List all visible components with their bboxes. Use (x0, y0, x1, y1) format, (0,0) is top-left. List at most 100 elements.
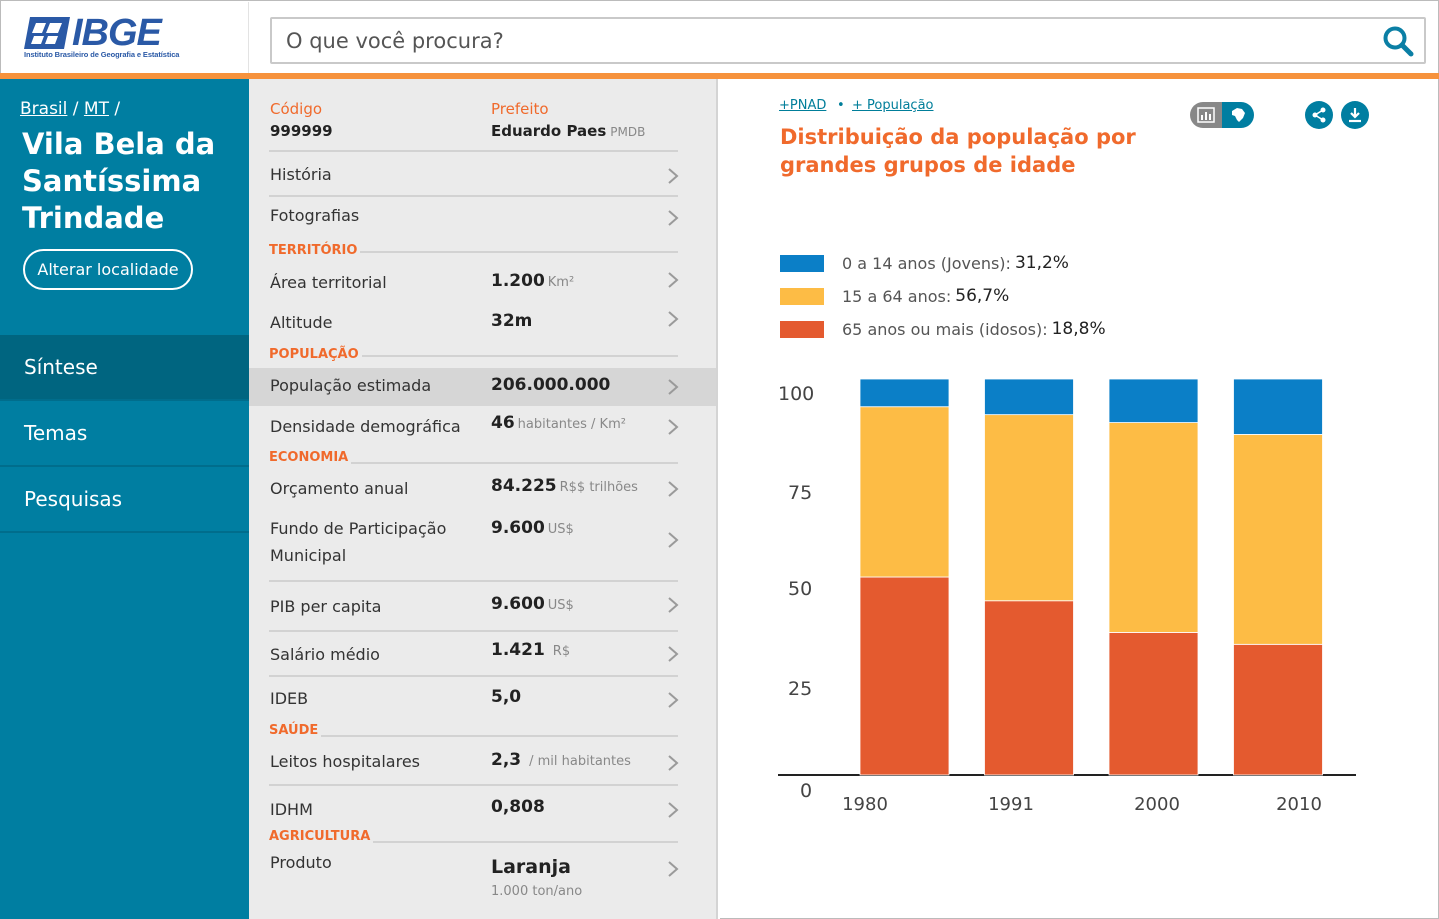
chevron-right-icon (668, 311, 679, 327)
row-value: 9.600 US$ (491, 518, 574, 538)
bar-segment[interactable] (984, 378, 1074, 416)
label-line-2: Municipal (270, 546, 347, 565)
row-value: 9.600 US$ (491, 594, 574, 614)
row-leitos-hospitalares[interactable]: Leitos hospitalares 2,3 / mil habitantes (249, 746, 716, 780)
bar-segment[interactable] (859, 576, 950, 776)
divider (269, 580, 678, 582)
sidebar-item-temas[interactable]: Temas (0, 401, 249, 467)
chevron-right-icon (668, 272, 679, 288)
row-label: IDHM (270, 800, 313, 819)
row-label: Salário médio (270, 645, 380, 664)
row-pib-per-capita[interactable]: PIB per capita 9.600 US$ (249, 591, 716, 625)
bar-segment[interactable] (984, 414, 1074, 602)
row-value: 1.421 R$ (491, 640, 570, 660)
chevron-right-icon (668, 755, 679, 771)
search-box (270, 17, 1426, 64)
ibge-logo[interactable]: IBGE Instituto Brasileiro de Geografia e… (2, 2, 249, 74)
row-label: PIB per capita (270, 597, 382, 616)
breadcrumb: Brasil / MT / (20, 99, 120, 119)
breadcrumb-separator: / (67, 99, 84, 119)
row-label: História (270, 165, 332, 184)
y-tick-label: 75 (788, 482, 812, 504)
codigo-label: Código (270, 100, 323, 118)
row-value: 46 habitantes / Km² (491, 413, 626, 433)
value: 9.600 (491, 518, 545, 538)
unit: US$ (547, 522, 574, 537)
x-tick-label: 2000 (1134, 794, 1180, 815)
value: 2,3 (491, 750, 522, 770)
bar-segment[interactable] (859, 378, 950, 408)
row-label: Produto (270, 853, 332, 872)
chevron-right-icon (668, 861, 679, 877)
row-altitude[interactable]: Altitude 32m (249, 307, 716, 341)
section-territorio: TERRITÓRIO (269, 243, 361, 258)
change-location-button[interactable]: Alterar localidade (23, 249, 193, 290)
prefeito-label: Prefeito (491, 100, 549, 118)
bar-segment[interactable] (1233, 434, 1323, 645)
row-fundo-participacao[interactable]: Fundo de Participação Municipal 9.600 US$ (249, 515, 716, 575)
search-input[interactable] (272, 19, 1362, 62)
x-tick-label: 1991 (988, 794, 1034, 815)
row-ideb[interactable]: IDEB 5,0 (249, 685, 716, 719)
row-area-territorial[interactable]: Área territorial 1.200 Km² (249, 267, 716, 301)
bar-segment[interactable] (1233, 643, 1323, 776)
row-salario-medio[interactable]: Salário médio 1.421 R$ (249, 639, 716, 673)
sidebar-item-sintese[interactable]: Síntese (0, 335, 249, 401)
city-title: Vila Bela da Santíssima Trindade (22, 127, 216, 235)
row-idhm[interactable]: IDHM 0,808 (249, 795, 716, 829)
value: 1.421 (491, 640, 545, 660)
y-tick-label: 25 (788, 678, 812, 700)
row-value: 2,3 / mil habitantes (491, 750, 631, 770)
chevron-right-icon (668, 210, 679, 226)
row-label: Densidade demográfica (270, 417, 461, 436)
row-populacao-estimada[interactable]: População estimada 206.000.000 (249, 368, 716, 406)
row-label: População estimada (270, 376, 432, 395)
row-value: 1.200 Km² (491, 271, 574, 291)
search-icon[interactable] (1382, 25, 1414, 57)
codigo-value: 999999 (270, 122, 333, 140)
row-label: Área territorial (270, 273, 387, 292)
logo-subtitle: Instituto Brasileiro de Geografia e Esta… (24, 50, 180, 59)
row-label: Altitude (270, 313, 333, 332)
value: 46 (491, 413, 515, 433)
bar-segment[interactable] (1108, 422, 1199, 633)
unit: R$$ trilhões (559, 480, 638, 495)
row-produto[interactable]: Produto Laranja 1.000 ton/ano (249, 849, 716, 905)
sidebar-item-pesquisas[interactable]: Pesquisas (0, 467, 249, 533)
y-tick-label: 50 (788, 578, 812, 600)
x-tick-label: 2010 (1276, 794, 1322, 815)
x-tick-label: 1980 (842, 794, 888, 815)
value: 84.225 (491, 476, 557, 496)
breadcrumb-state[interactable]: MT (84, 99, 109, 119)
section-populacao: POPULAÇÃO (269, 347, 362, 362)
bar-segment[interactable] (1108, 378, 1199, 423)
stacked-bar-chart: 0 25 50 75 100 1980 1991 2000 2010 (778, 378, 1356, 815)
breadcrumb-brasil[interactable]: Brasil (20, 99, 67, 119)
prefeito-value: Eduardo Paes PMDB (491, 122, 645, 140)
chevron-right-icon (668, 646, 679, 662)
unit: US$ (547, 598, 574, 613)
bar-segment[interactable] (1108, 632, 1199, 776)
bar-segment[interactable] (1233, 378, 1323, 435)
chevron-right-icon (668, 597, 679, 613)
chevron-right-icon (668, 379, 679, 395)
value: 9.600 (491, 594, 545, 614)
bar-segment[interactable] (984, 600, 1074, 776)
header: IBGE Instituto Brasileiro de Geografia e… (0, 0, 1439, 74)
row-orcamento-anual[interactable]: Orçamento anual 84.225 R$$ trilhões (249, 473, 716, 507)
bar-segment[interactable] (859, 406, 950, 578)
unit: R$ (552, 644, 571, 659)
breadcrumb-separator: / (108, 99, 121, 119)
row-densidade-demografica[interactable]: Densidade demográfica 46 habitantes / Km² (249, 411, 716, 445)
row-value: 5,0 (491, 687, 522, 707)
row-historia[interactable]: História (249, 159, 716, 193)
chevron-right-icon (668, 168, 679, 184)
row-fotografias[interactable]: Fotografias (249, 200, 716, 234)
row-label: Orçamento anual (270, 479, 409, 498)
row-value: 0,808 (491, 797, 545, 817)
sidebar: Brasil / MT / Vila Bela da Santíssima Tr… (0, 79, 249, 919)
label-line-1: Fundo de Participação (270, 519, 447, 538)
section-divider (269, 735, 678, 737)
section-saude: SAÚDE (269, 723, 322, 738)
row-label: Fotografias (270, 206, 360, 225)
